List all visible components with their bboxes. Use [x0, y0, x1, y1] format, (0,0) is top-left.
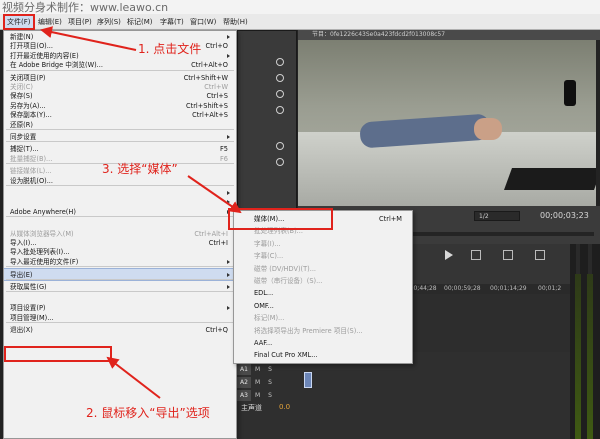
export-menu-item[interactable]: Final Cut Pro XML... — [234, 349, 412, 362]
menu-item-label: 退出(X) — [10, 326, 33, 335]
track-toggles[interactable]: M S — [255, 366, 275, 373]
menu-help[interactable]: 帮助(H) — [223, 16, 248, 28]
menu-item-label: 字幕(I)... — [254, 239, 281, 248]
submenu-arrow-icon — [227, 259, 230, 264]
audio-meter — [570, 244, 600, 439]
highlight-box-export — [4, 346, 112, 362]
menu-marker[interactable]: 标记(M) — [127, 16, 153, 28]
menu-sequence[interactable]: 序列(S) — [97, 16, 121, 28]
loop-icon — [276, 106, 284, 114]
annotation-step1: 1. 点击文件 — [138, 42, 202, 56]
track-row[interactable]: A3 M S — [237, 390, 397, 402]
menu-window[interactable]: 窗口(W) — [190, 16, 216, 28]
highlight-box-media — [228, 208, 333, 230]
window-top-band: 视频分身术制作：www.leawo.cn — [0, 0, 600, 14]
loop-icon — [276, 158, 284, 166]
program-timecode[interactable]: 00;00;03;23 — [540, 210, 589, 222]
menu-item-label: 磁带（串行设备）(S)... — [254, 277, 323, 285]
submenu-arrow-icon — [227, 191, 230, 195]
export-menu-item[interactable]: AAF... — [234, 337, 412, 350]
track-label: A2 — [237, 377, 251, 388]
play-icon[interactable] — [445, 250, 453, 260]
menu-item-label: EDL... — [254, 289, 274, 298]
audio-clip[interactable] — [304, 372, 312, 388]
ruler-label: 00;00;59;28 — [444, 285, 481, 292]
file-menu-item[interactable]: 退出(X) Ctrl+Q — [4, 324, 236, 336]
zoom-select[interactable]: 1/2 — [474, 211, 520, 221]
export-submenu: 媒体(M)... Ctrl+M 批处理列表(B)... 字幕(I)... 字幕(C)..… — [233, 210, 413, 364]
timeline-ruler[interactable]: 00;00;44;28 00;00;59;28 00;01;14;29 00;0… — [398, 284, 570, 294]
menu-separator — [6, 185, 234, 186]
menu-separator — [6, 291, 234, 292]
step-icon[interactable] — [471, 250, 481, 260]
overwrite-icon[interactable] — [535, 250, 545, 260]
menu-item-label: 字幕(C)... — [254, 252, 284, 261]
annotation-step3: 3. 选择“媒体” — [102, 162, 178, 176]
menu-item-label: 标记(M)... — [254, 314, 285, 323]
menu-project[interactable]: 项目(P) — [68, 16, 92, 28]
track-toggles[interactable]: M S — [255, 379, 275, 386]
master-track-value[interactable]: 0.0 — [279, 403, 290, 411]
track-toggles[interactable]: M S — [255, 392, 275, 399]
menu-item-label: Final Cut Pro XML... — [254, 351, 318, 360]
menu-item-label: 将选择项导出为 Premiere 项目(S)... — [254, 326, 363, 335]
export-menu-item[interactable]: 字幕(I)... — [234, 238, 412, 251]
export-menu-item[interactable]: 磁带（串行设备）(S)... — [234, 275, 412, 288]
export-menu-item[interactable]: 标记(M)... — [234, 312, 412, 325]
menu-item-label: AAF... — [254, 339, 273, 347]
insert-icon[interactable] — [503, 250, 513, 260]
export-menu-item[interactable]: 磁带 (DV/HDV)(T)... — [234, 263, 412, 276]
export-menu-item[interactable]: 将选择项导出为 Premiere 项目(S)... — [234, 325, 412, 338]
audio-tracks: A1 M S A2 M S A3 M S 主声道 0.0 — [237, 352, 570, 439]
track-label: A1 — [237, 364, 251, 375]
submenu-arrow-icon — [227, 284, 230, 289]
file-menu: 新建(N) 打开项目(O)... Ctrl+O 打开最近使用的内容(E) 在 Adobe… — [3, 30, 237, 439]
menu-item-shortcut: Ctrl+Q — [205, 326, 228, 335]
timeline-area — [413, 294, 570, 352]
playback-controls — [413, 244, 570, 284]
program-monitor-title: 节目：0fe1226c43Se0a423fdcd2f013008c57 — [298, 30, 600, 40]
menu-separator — [6, 266, 234, 268]
ruler-label: 00;01;2 — [538, 285, 562, 292]
menu-separator — [6, 69, 234, 71]
menu-item-shortcut: Ctrl+M — [379, 215, 402, 223]
submenu-arrow-icon — [227, 53, 230, 58]
track-row[interactable]: A1 M S — [237, 364, 397, 376]
submenu-arrow-icon — [227, 35, 230, 39]
menu-separator — [6, 216, 234, 218]
export-menu-item[interactable]: 字幕(C)... — [234, 250, 412, 263]
track-row[interactable]: A2 M S — [237, 377, 397, 389]
watermark: 视频分身术制作：www.leawo.cn — [2, 1, 169, 14]
loop-icon — [276, 74, 284, 82]
submenu-arrow-icon — [227, 273, 230, 278]
master-track-label: 主声道 — [241, 404, 262, 412]
submenu-arrow-icon — [227, 200, 230, 205]
menu-separator — [6, 129, 234, 130]
annotation-step2: 2. 鼠标移入“导出”选项 — [86, 406, 210, 420]
menu-separator — [6, 322, 234, 324]
menu-edit[interactable]: 编辑(E) — [38, 16, 62, 28]
export-menu-item[interactable]: EDL... — [234, 287, 412, 300]
menu-item-label: OMF... — [254, 301, 274, 310]
program-monitor-video — [298, 40, 596, 206]
loop-icon — [276, 58, 284, 66]
submenu-arrow-icon — [227, 135, 230, 139]
track-label: A3 — [237, 390, 251, 401]
export-menu-item[interactable]: OMF... — [234, 300, 412, 313]
menu-item-label: 磁带 (DV/HDV)(T)... — [254, 264, 317, 273]
menu-separator — [6, 278, 234, 280]
submenu-arrow-icon — [227, 306, 230, 311]
menu-separator — [6, 141, 234, 143]
menu-bar: 文件(F) 编辑(E) 项目(P) 序列(S) 标记(M) 字幕(T) 窗口(W… — [0, 14, 600, 30]
loop-icon — [276, 90, 284, 98]
menu-title[interactable]: 字幕(T) — [160, 16, 184, 28]
menu-file[interactable]: 文件(F) — [3, 14, 35, 30]
ruler-label: 00;01;14;29 — [490, 285, 527, 292]
loop-icon — [276, 142, 284, 150]
